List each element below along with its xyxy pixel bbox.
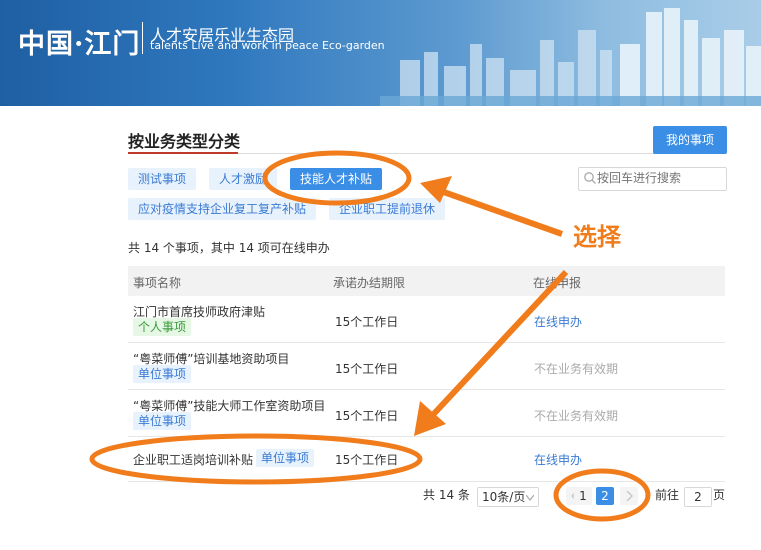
arrow-to-row <box>414 269 569 436</box>
highlight-ellipse-pager <box>553 468 651 522</box>
annotation-select-label: 选择 <box>573 223 621 251</box>
arrow-to-tag <box>420 176 564 237</box>
highlight-ellipse-row <box>89 433 423 485</box>
highlight-ellipse-tag <box>262 150 412 206</box>
annotation-overlay <box>89 150 651 522</box>
